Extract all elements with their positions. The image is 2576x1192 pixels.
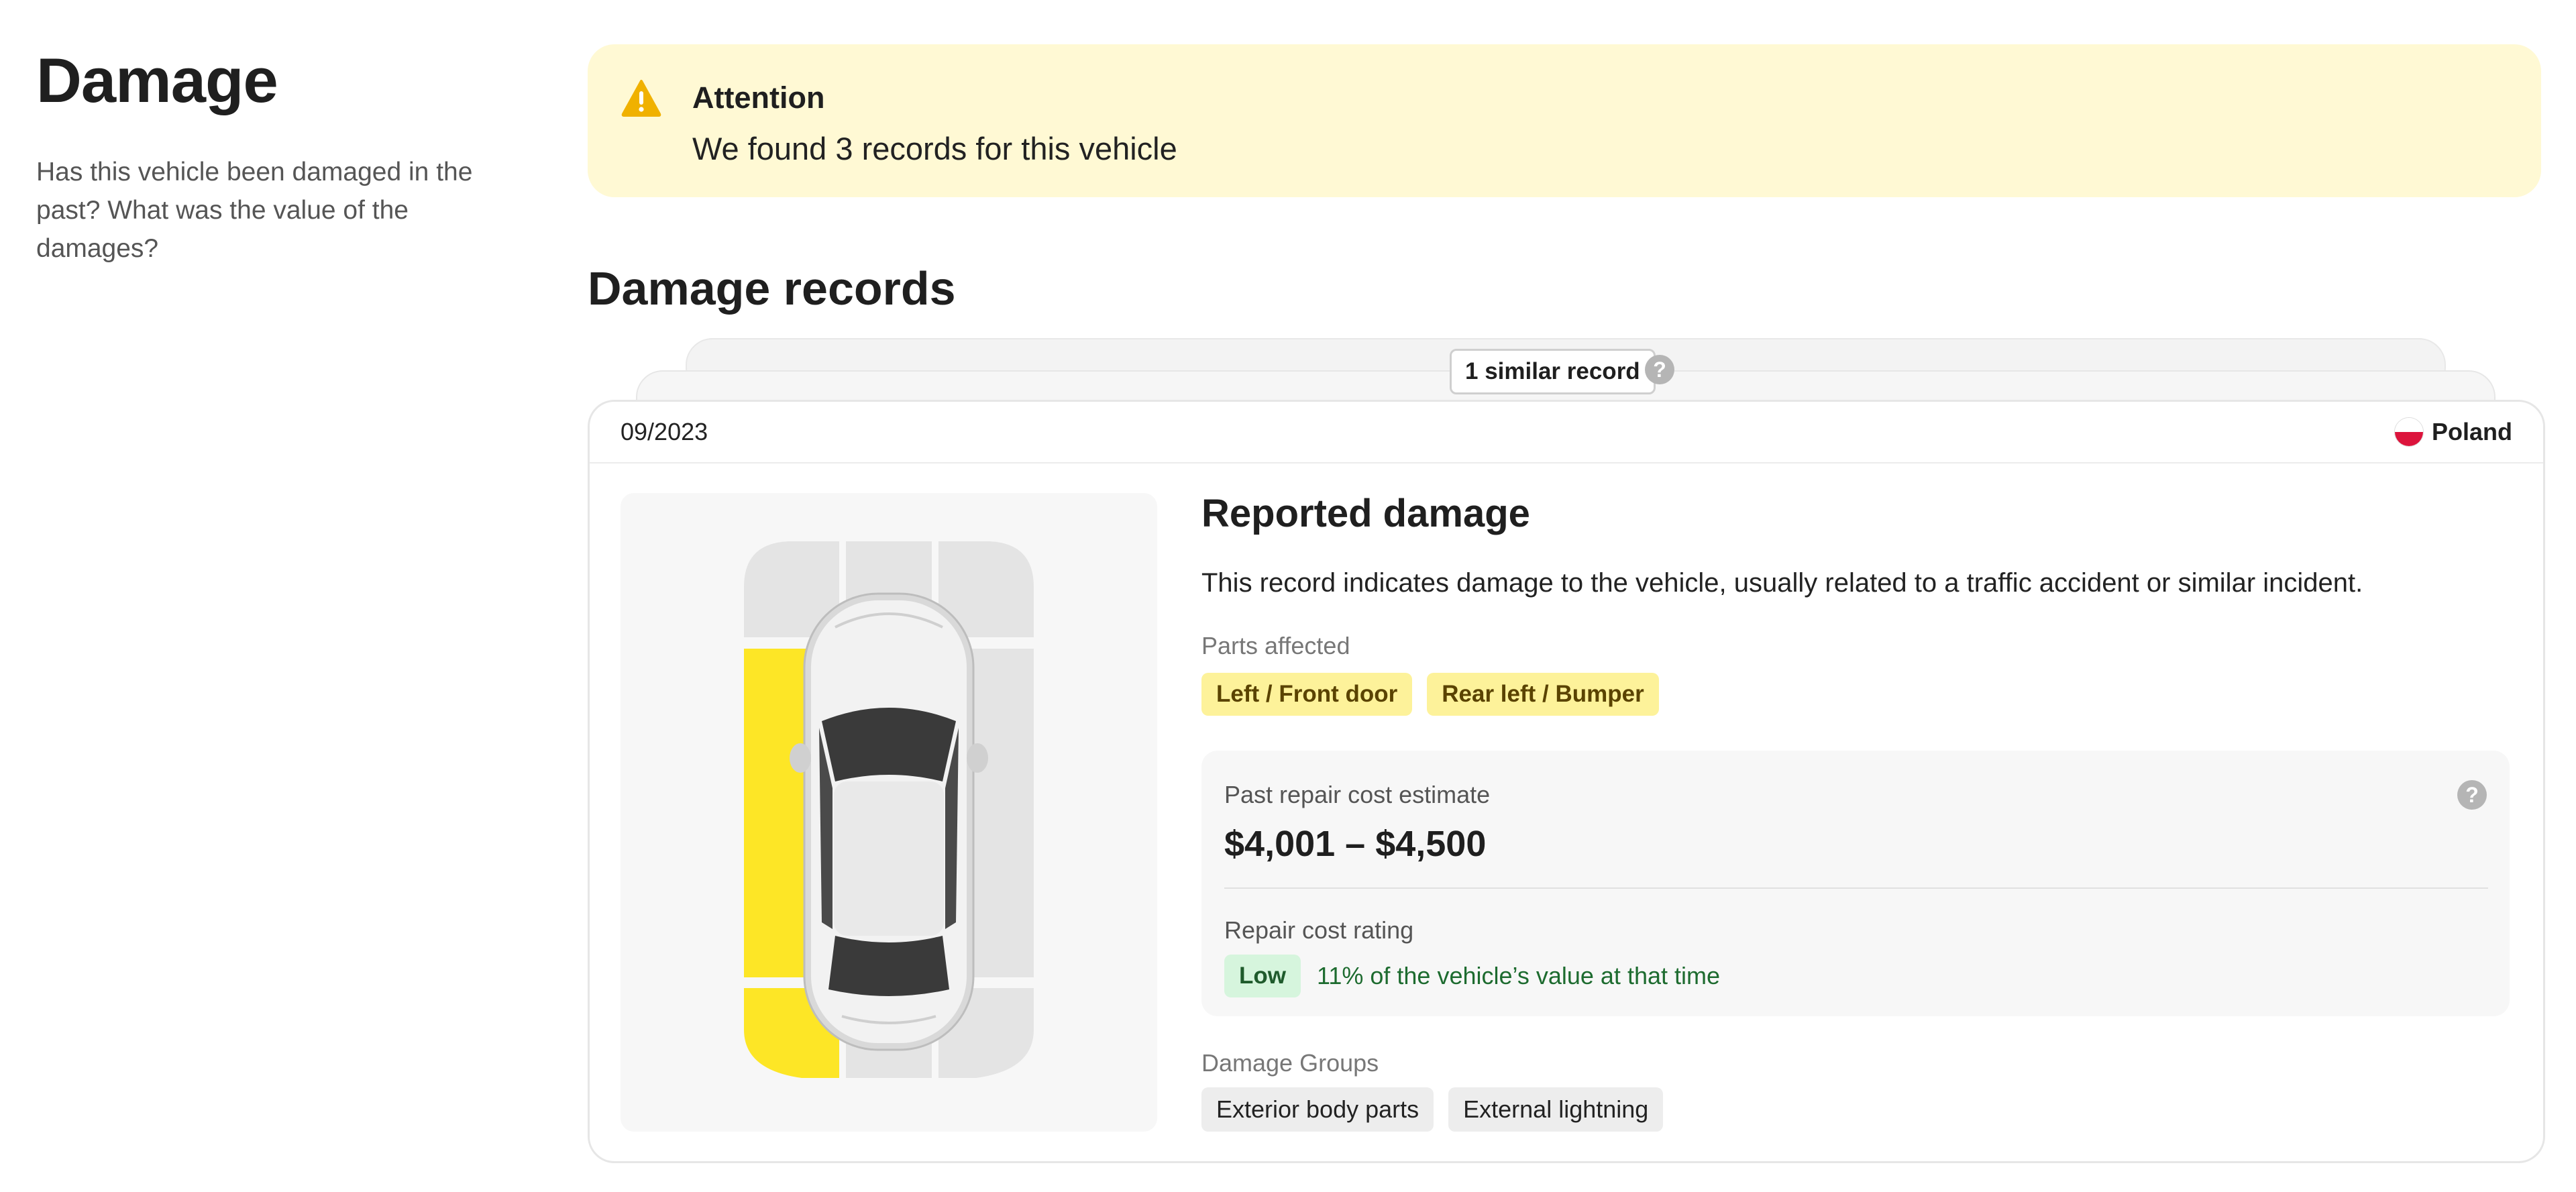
record-country: Poland [2394,402,2512,462]
parts-affected-label: Parts affected [1201,632,1350,659]
record-date: 09/2023 [621,418,708,445]
section-title: Damage records [588,262,956,315]
cost-estimate-value: $4,001 – $4,500 [1224,824,1487,864]
damage-group-tag: External lightning [1448,1087,1664,1132]
banner-text: We found 3 records for this vehicle [692,131,1177,166]
page-title: Damage [36,45,278,115]
rating-badge: Low [1224,955,1301,997]
attention-banner: Attention We found 3 records for this ve… [588,44,2541,197]
repair-rating-row: Low 11% of the vehicle’s value at that t… [1224,955,1720,997]
rating-text: 11% of the vehicle’s value at that time [1316,962,1720,989]
page-description: Has this vehicle been damaged in the pas… [36,158,473,263]
cost-estimate-label: Past repair cost estimate [1224,781,1491,808]
damage-groups-list: Exterior body parts External lightning [1201,1087,1664,1132]
poland-flag-icon [2394,417,2424,447]
warning-icon [621,80,661,117]
repair-rating-label: Repair cost rating [1224,916,1414,944]
divider [1224,887,2488,889]
damage-diagram [621,493,1157,1132]
country-label: Poland [2431,418,2512,445]
damage-group-tag: Exterior body parts [1201,1087,1434,1132]
record-header: 09/2023 Poland [590,402,2543,464]
part-tag: Rear left / Bumper [1427,673,1659,716]
damage-groups-label: Damage Groups [1201,1049,1379,1077]
reported-damage-description: This record indicates damage to the vehi… [1201,568,2363,598]
cost-help-icon[interactable]: ? [2457,780,2487,810]
parts-affected-list: Left / Front door Rear left / Bumper [1201,673,1659,716]
similar-records-button[interactable]: 1 similar record [1450,349,1656,394]
car-top-view-icon [744,541,1034,1078]
repair-cost-panel: Past repair cost estimate ? $4,001 – $4,… [1201,751,2510,1016]
similar-help-icon[interactable]: ? [1645,355,1674,384]
damage-record-card: 09/2023 Poland Reported damage This reco… [588,400,2545,1163]
sidebar: Damage Has this vehicle been damaged in … [36,40,506,268]
part-tag: Left / Front door [1201,673,1413,716]
banner-title: Attention [692,80,825,115]
reported-damage-title: Reported damage [1201,492,1530,535]
